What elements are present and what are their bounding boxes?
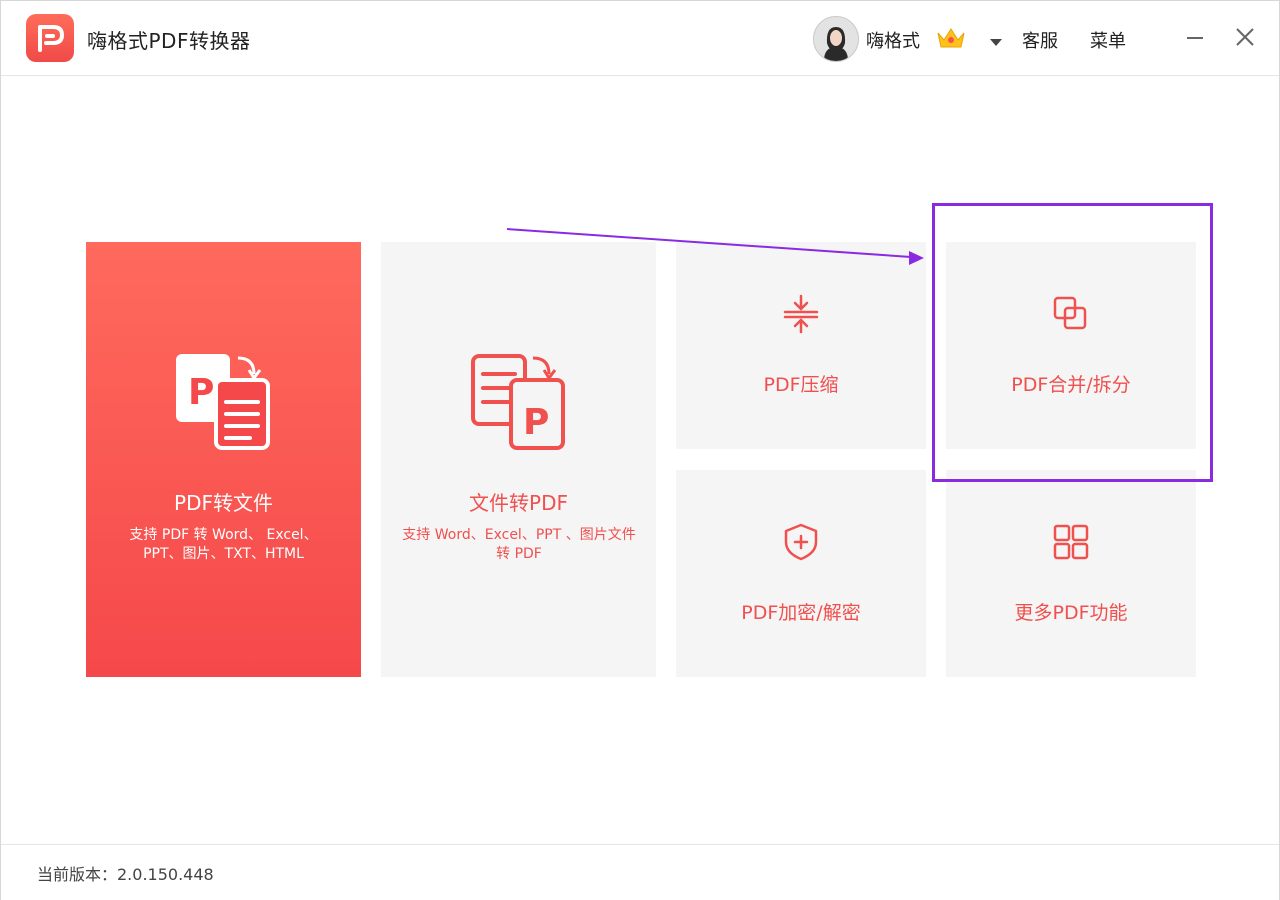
footer: 当前版本：2.0.150.448 (1, 844, 1279, 900)
more-features-card[interactable]: 更多PDF功能 (946, 470, 1196, 677)
compress-icon (783, 294, 819, 334)
close-icon[interactable] (1235, 27, 1255, 51)
svg-text:P: P (523, 402, 549, 443)
card-title: PDF压缩 (763, 374, 839, 396)
pdf-encrypt-card[interactable]: PDF加密/解密 (676, 470, 926, 677)
pdf-to-document-icon: P (176, 354, 270, 450)
title-bar: 嗨格式PDF转换器 嗨格式 客服 菜单 (1, 1, 1279, 76)
version-text: 当前版本：2.0.150.448 (37, 865, 214, 884)
card-description: 支持 PDF 转 Word、 Excel、PPT、图片、TXT、HTML (129, 527, 318, 562)
svg-text:P: P (188, 372, 214, 413)
caret-down-icon[interactable] (989, 33, 1003, 52)
document-to-pdf-icon: P (471, 354, 565, 450)
minimize-icon[interactable] (1187, 37, 1203, 39)
menu-button[interactable]: 菜单 (1090, 27, 1126, 53)
customer-service-button[interactable]: 客服 (1022, 27, 1058, 53)
shield-plus-icon (784, 523, 818, 561)
card-title: PDF加密/解密 (741, 602, 861, 624)
avatar[interactable] (813, 16, 859, 62)
pdf-compress-card[interactable]: PDF压缩 (676, 242, 926, 449)
card-title: 更多PDF功能 (1014, 602, 1128, 624)
card-title: 文件转PDF (469, 491, 568, 515)
pdf-to-file-card[interactable]: P PDF转文件 支持 PDF 转 Word、 Excel、PPT、图片、TXT… (86, 242, 361, 677)
card-description: 支持 Word、Excel、PPT 、图片文件转 PDF (402, 527, 636, 562)
username[interactable]: 嗨格式 (866, 27, 920, 53)
crown-icon (935, 25, 967, 55)
card-title: PDF转文件 (174, 491, 273, 515)
app-title: 嗨格式PDF转换器 (87, 29, 251, 53)
brand-logo-icon (26, 14, 74, 62)
file-to-pdf-card[interactable]: P 文件转PDF 支持 Word、Excel、PPT 、图片文件转 PDF (381, 242, 656, 677)
highlight-box (932, 203, 1213, 482)
grid-icon (1053, 524, 1089, 560)
app-window: 嗨格式PDF转换器 嗨格式 客服 菜单 P PDF转文件 支持 PDF 转 Wo… (0, 0, 1280, 900)
